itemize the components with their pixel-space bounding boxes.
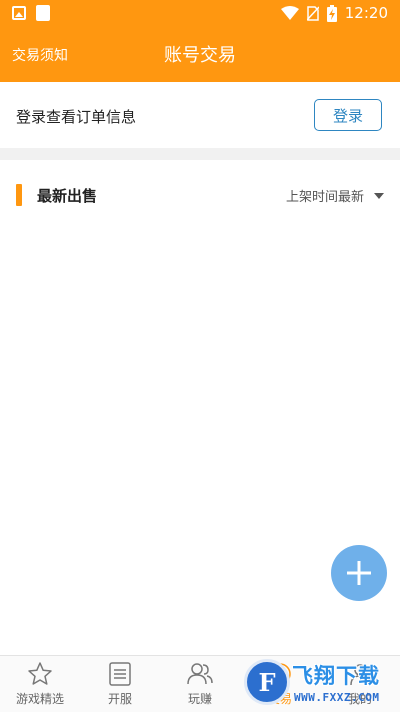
section-title: 最新出售 <box>37 187 98 205</box>
star-icon <box>28 662 52 685</box>
caret-down-icon <box>374 192 384 199</box>
sort-dropdown[interactable]: 上架时间最新 <box>286 186 384 205</box>
status-bar: 12:20 <box>0 0 400 28</box>
wifi-icon <box>280 6 299 20</box>
no-sim-icon <box>306 5 319 21</box>
watermark-title: 飞翔下载 <box>292 664 380 688</box>
page-title: 账号交易 <box>164 45 236 66</box>
watermark-url: WWW.FXXZ.COM <box>294 691 380 704</box>
login-button[interactable]: 登录 <box>314 99 382 131</box>
status-time: 12:20 <box>344 4 388 22</box>
nav-item-play-earn[interactable]: 玩赚 <box>160 656 240 712</box>
battery-icon <box>326 4 337 22</box>
section-accent-bar <box>16 184 22 206</box>
sort-label: 上架时间最新 <box>285 190 364 205</box>
image-notification-icon <box>12 6 26 20</box>
title-bar: 交易须知 账号交易 <box>0 28 400 82</box>
plus-icon <box>347 561 371 585</box>
add-listing-button[interactable] <box>331 545 387 601</box>
clipboard-notification-icon <box>36 5 50 21</box>
nav-label: 开服 <box>107 692 132 706</box>
watermark: F 飞翔下载 WWW.FXXZ.COM <box>244 657 390 711</box>
nav-item-server-open[interactable]: 开服 <box>80 656 160 712</box>
nav-label: 玩赚 <box>187 692 212 706</box>
latest-sale-section-header: 最新出售 上架时间最新 <box>0 160 400 226</box>
status-notifications <box>12 5 50 21</box>
list-icon <box>109 662 131 686</box>
login-row: 登录查看订单信息 登录 <box>0 82 400 148</box>
section-divider <box>0 148 400 160</box>
watermark-logo: F <box>244 659 290 705</box>
login-prompt: 登录查看订单信息 <box>16 108 137 126</box>
nav-item-game-picks[interactable]: 游戏精选 <box>0 656 80 712</box>
status-indicators: 12:20 <box>280 4 388 22</box>
nav-label: 游戏精选 <box>15 692 64 706</box>
users-icon <box>187 663 213 685</box>
